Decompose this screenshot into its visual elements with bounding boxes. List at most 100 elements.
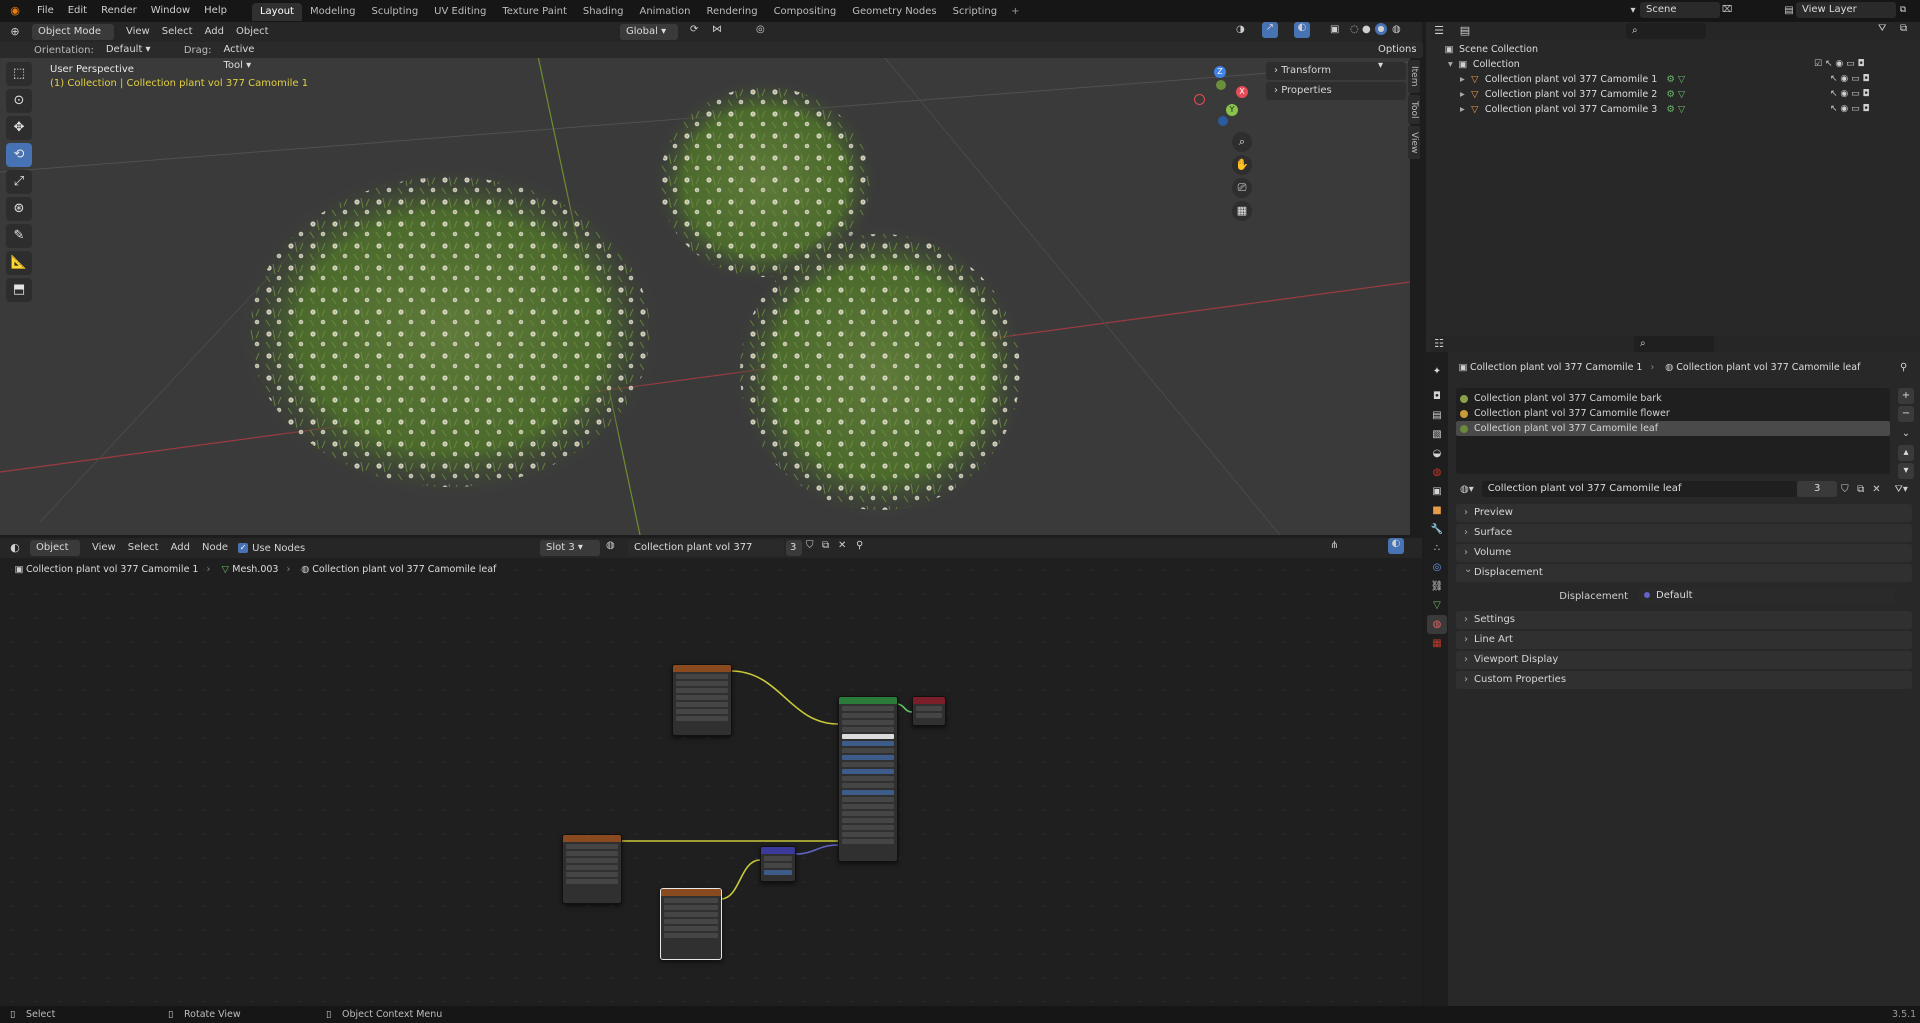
- duplicate-material-icon[interactable]: ⧉: [1853, 484, 1869, 495]
- menu-help[interactable]: Help: [197, 0, 234, 22]
- view-layer-tab-icon[interactable]: ▧: [1427, 425, 1447, 444]
- node-snap-icon[interactable]: ⋔: [1330, 540, 1338, 551]
- annotate-icon[interactable]: ✎: [6, 224, 32, 248]
- menu-file[interactable]: File: [30, 0, 61, 22]
- shading-wireframe-icon[interactable]: ◌: [1350, 24, 1359, 35]
- move-slot-up-button[interactable]: ▴: [1898, 445, 1914, 461]
- view-layer-new-icon[interactable]: ⧉: [1896, 5, 1910, 15]
- overlay-toggle-icon[interactable]: ◐: [1294, 22, 1310, 38]
- outliner-display-mode-icon[interactable]: ▤: [1456, 22, 1474, 40]
- modifier-tab-icon[interactable]: 🔧: [1427, 520, 1447, 539]
- navigation-gizmo[interactable]: Z X Y: [1190, 66, 1254, 130]
- add-slot-button[interactable]: +: [1898, 388, 1914, 404]
- monitor-icon[interactable]: ▭: [1851, 87, 1860, 102]
- use-nodes-toggle[interactable]: ✓ Use Nodes: [238, 543, 305, 554]
- node-menu-select[interactable]: Select: [122, 540, 165, 556]
- camera-icon[interactable]: ◘: [1863, 87, 1870, 102]
- 3d-viewport[interactable]: User Perspective (1) Collection | Collec…: [0, 42, 1410, 535]
- tab-texture-paint[interactable]: Texture Paint: [494, 3, 575, 21]
- material-name-input[interactable]: Collection plant vol 377 Camomile leaf: [1481, 481, 1798, 497]
- section-volume[interactable]: Volume: [1456, 544, 1912, 562]
- properties-search-input[interactable]: ⌕: [1634, 336, 1714, 352]
- selectable-icon[interactable]: ↖: [1830, 72, 1838, 87]
- gizmo-z-axis[interactable]: Z: [1214, 66, 1226, 78]
- node-editor-type-icon[interactable]: ◐: [6, 539, 24, 557]
- expand-arrow-icon[interactable]: ▸: [1460, 104, 1468, 115]
- visibility-selector-icon[interactable]: ◑: [1236, 24, 1245, 35]
- eye-icon[interactable]: ◉: [1840, 102, 1848, 117]
- material-tab-icon[interactable]: ◍: [1427, 615, 1447, 634]
- world-tab-icon[interactable]: ◍: [1427, 463, 1447, 482]
- tab-sculpting[interactable]: Sculpting: [363, 3, 426, 21]
- add-workspace-icon[interactable]: +: [1011, 6, 1019, 17]
- add-cube-icon[interactable]: ⬒: [6, 278, 32, 302]
- unlink-material-icon[interactable]: ✕: [1869, 484, 1885, 495]
- image-texture-node-2[interactable]: [562, 834, 622, 904]
- pivot-point-icon[interactable]: ⟳: [690, 24, 698, 35]
- menu-add[interactable]: Add: [199, 24, 230, 40]
- slot-specials-icon[interactable]: ⌄: [1898, 428, 1914, 439]
- material-slot-item[interactable]: Collection plant vol 377 Camomile bark: [1456, 391, 1890, 406]
- cursor-icon[interactable]: ⊙: [6, 89, 32, 113]
- data-tab-icon[interactable]: ▽: [1427, 596, 1447, 615]
- drag-dropdown[interactable]: Active Tool ▾: [217, 42, 272, 71]
- tab-shading[interactable]: Shading: [575, 3, 632, 21]
- output-tab-icon[interactable]: ▤: [1427, 406, 1447, 425]
- npanel-section-properties[interactable]: › Properties: [1266, 82, 1406, 100]
- options-button[interactable]: Options ▾: [1372, 42, 1423, 71]
- material-slot-list[interactable]: Collection plant vol 377 Camomile bark C…: [1456, 388, 1890, 474]
- node-editor[interactable]: ▣ Collection plant vol 377 Camomile 1 › …: [0, 558, 1422, 1006]
- pan-hand-icon[interactable]: ✋: [1232, 155, 1252, 175]
- camera-icon[interactable]: ◘: [1863, 72, 1870, 87]
- menu-view[interactable]: View: [120, 24, 156, 40]
- gizmo-x-axis[interactable]: X: [1236, 86, 1248, 98]
- outliner-filter-icon[interactable]: ⛛: [1878, 23, 1886, 34]
- scene-pin-icon[interactable]: ⌧: [1720, 5, 1734, 15]
- texture-tab-icon[interactable]: ▦: [1427, 634, 1447, 653]
- gizmo-toggle-icon[interactable]: ↗: [1262, 22, 1278, 38]
- node-menu-add[interactable]: Add: [165, 540, 196, 556]
- expand-arrow-icon[interactable]: ▾: [1448, 59, 1456, 70]
- constraints-tab-icon[interactable]: ⛓: [1427, 577, 1447, 596]
- gizmo-neg-z-axis[interactable]: [1218, 116, 1228, 126]
- eye-icon[interactable]: ◉: [1840, 72, 1848, 87]
- eye-icon[interactable]: ◉: [1840, 87, 1848, 102]
- outliner-new-collection-icon[interactable]: ⧉: [1900, 23, 1907, 34]
- properties-pin-icon[interactable]: ⚲: [1900, 362, 1907, 373]
- normal-map-node[interactable]: [760, 846, 796, 882]
- section-custom-properties[interactable]: Custom Properties: [1456, 671, 1912, 689]
- tab-modeling[interactable]: Modeling: [302, 3, 364, 21]
- xray-icon[interactable]: ▣: [1330, 24, 1339, 35]
- image-texture-node-3[interactable]: [660, 888, 722, 960]
- proportional-edit-icon[interactable]: ◎: [756, 24, 765, 35]
- tab-rendering[interactable]: Rendering: [698, 3, 765, 21]
- monitor-icon[interactable]: ▭: [1851, 72, 1860, 87]
- outliner-search-input[interactable]: ⌕: [1626, 23, 1706, 39]
- collection-tab-icon[interactable]: ▣: [1427, 482, 1447, 501]
- shading-rendered-icon[interactable]: ◍: [1392, 24, 1401, 35]
- browse-filter-icon[interactable]: ⛛▾: [1890, 484, 1912, 495]
- material-slot-item[interactable]: Collection plant vol 377 Camomile flower: [1456, 406, 1890, 421]
- monitor-icon[interactable]: ▭: [1846, 57, 1855, 72]
- render-tab-icon[interactable]: ◘: [1427, 387, 1447, 406]
- principled-bsdf-node[interactable]: [838, 696, 898, 862]
- section-line-art[interactable]: Line Art: [1456, 631, 1912, 649]
- material-output-node[interactable]: [912, 696, 946, 726]
- remove-slot-button[interactable]: −: [1898, 406, 1914, 422]
- tab-uv-editing[interactable]: UV Editing: [426, 3, 494, 21]
- outliner-editor-type-icon[interactable]: ☰: [1430, 22, 1448, 40]
- slot-dropdown[interactable]: Slot 3 ▾: [540, 540, 600, 556]
- tool-tab-icon[interactable]: ✦: [1427, 362, 1447, 381]
- perspective-toggle-icon[interactable]: ▦: [1232, 201, 1252, 221]
- snap-icon[interactable]: ⋈: [712, 24, 722, 35]
- gizmo-neg-y-axis[interactable]: [1216, 80, 1226, 90]
- pin-icon[interactable]: ⚲: [856, 540, 863, 551]
- section-preview[interactable]: Preview: [1456, 504, 1912, 522]
- expand-arrow-icon[interactable]: ▸: [1460, 74, 1468, 85]
- transform-icon[interactable]: ⊛: [6, 197, 32, 221]
- transform-orientation-dropdown[interactable]: Global ▾: [620, 24, 678, 40]
- camera-icon[interactable]: ◘: [1863, 102, 1870, 117]
- expand-arrow-icon[interactable]: ▸: [1460, 89, 1468, 100]
- tab-animation[interactable]: Animation: [632, 3, 699, 21]
- section-viewport-display[interactable]: Viewport Display: [1456, 651, 1912, 669]
